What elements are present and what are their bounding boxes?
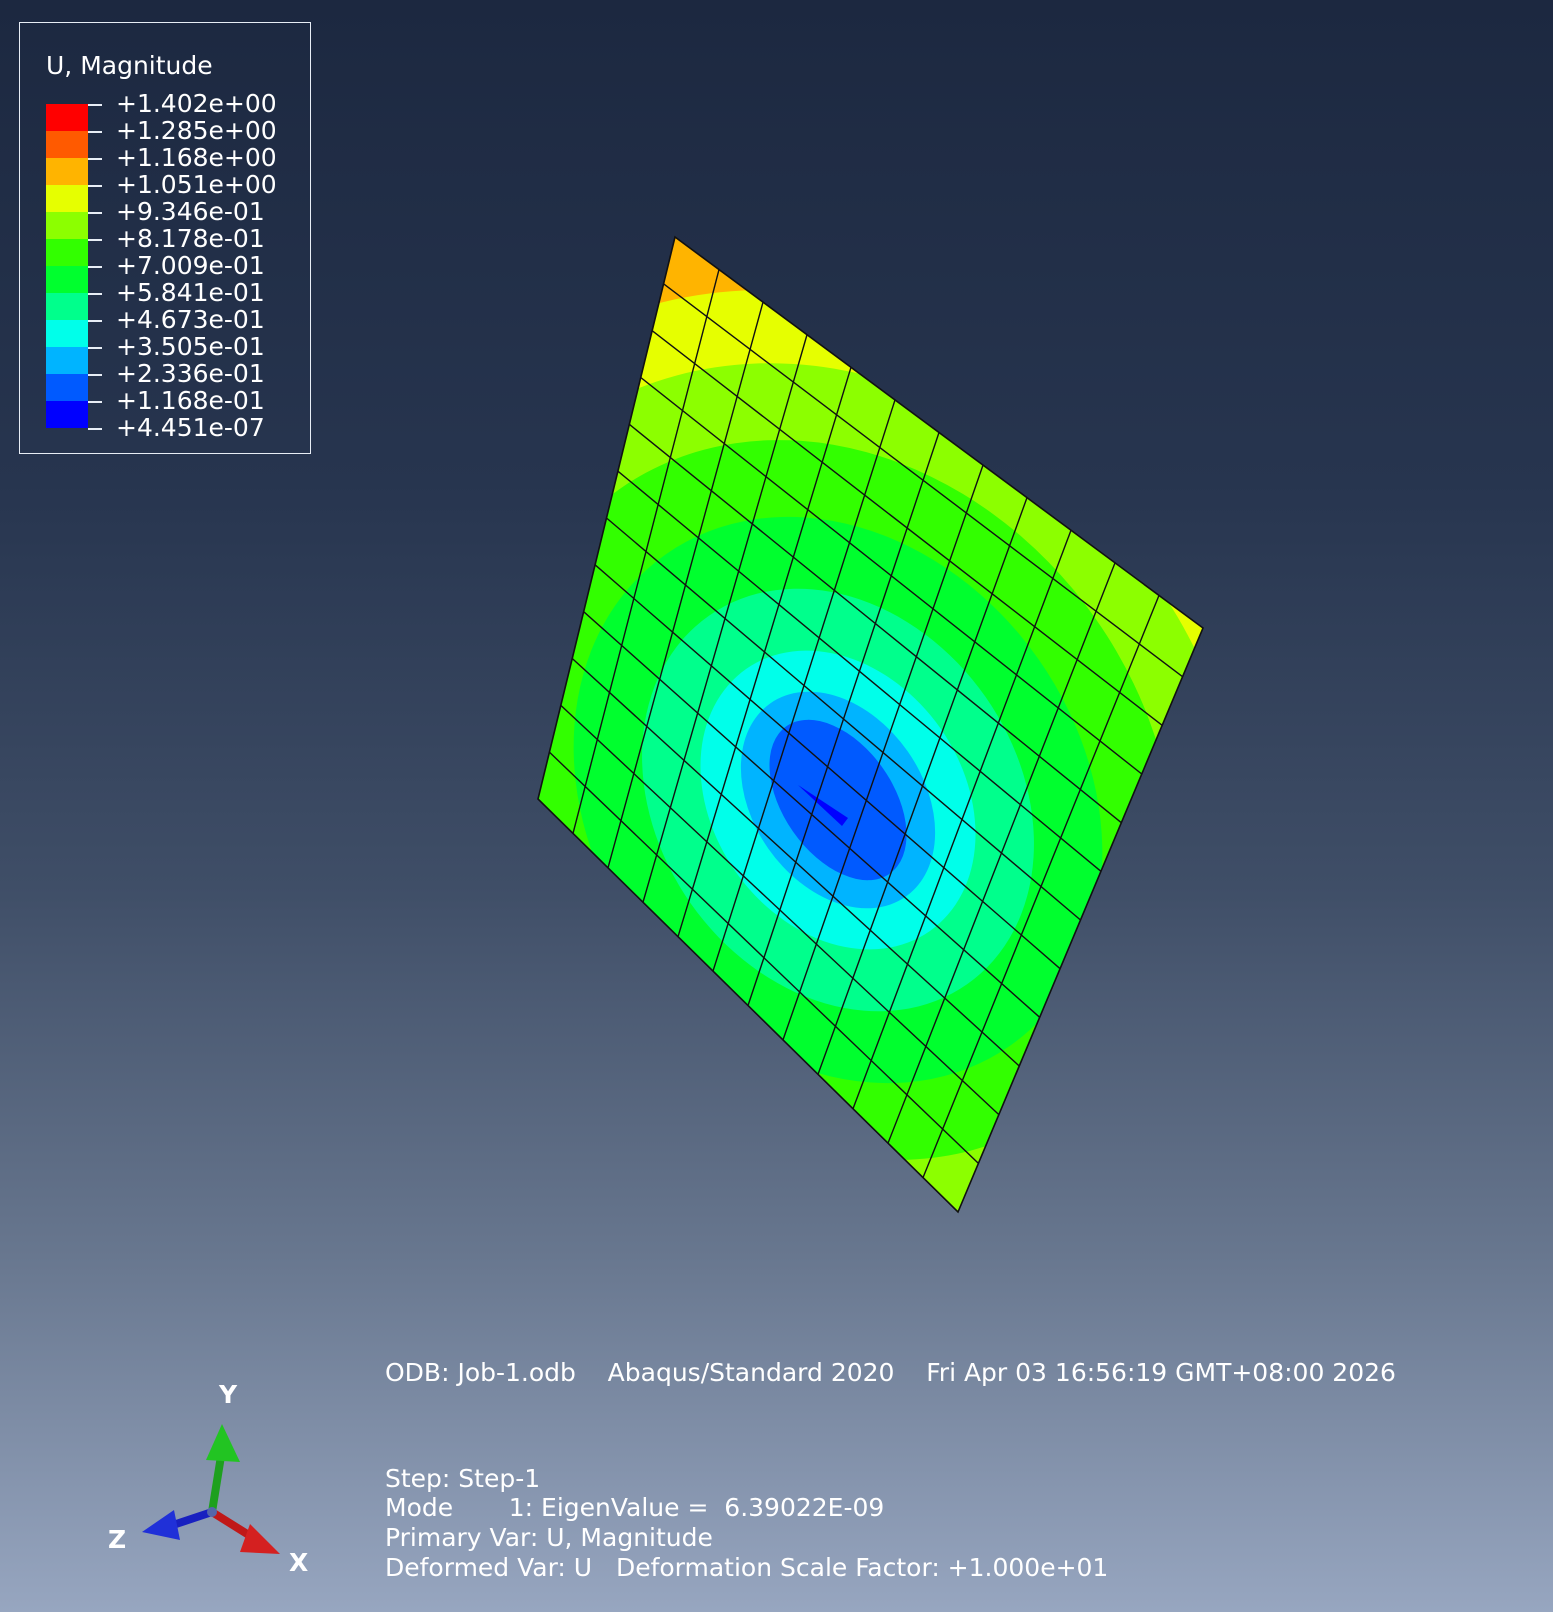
deformed-var-info: Deformed Var: U Deformation Scale Factor…: [385, 1553, 1109, 1582]
y-arrowhead-icon: [206, 1424, 240, 1462]
x-arrowhead-icon: [240, 1524, 280, 1554]
z-arrowhead-icon: [142, 1510, 180, 1540]
mode-info: Mode 1: EigenValue = 6.39022E-09: [385, 1493, 885, 1522]
primary-var-info: Primary Var: U, Magnitude: [385, 1523, 713, 1552]
y-axis-label: Y: [219, 1380, 238, 1409]
x-axis-label: X: [289, 1548, 309, 1577]
axis-triad[interactable]: [142, 1424, 280, 1554]
contour-plot: [538, 237, 1203, 1212]
odb-header: ODB: Job-1.odb Abaqus/Standard 2020 Fri …: [385, 1358, 1396, 1387]
step-info: Step: Step-1: [385, 1464, 541, 1493]
z-axis-label: Z: [108, 1525, 127, 1554]
